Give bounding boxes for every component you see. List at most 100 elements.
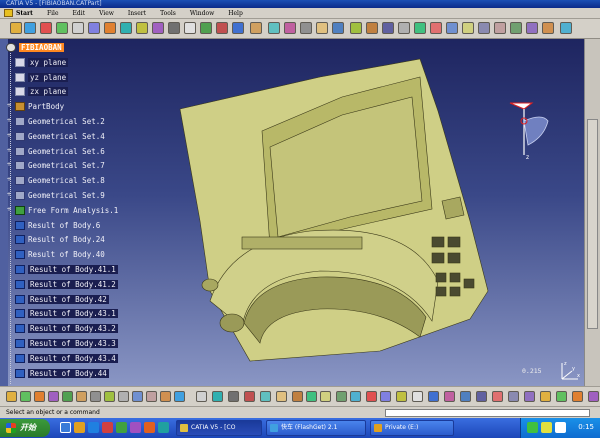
quick-launch-app-icon[interactable] [102,422,113,433]
quick-launch-app2-icon[interactable] [116,422,127,433]
tree-expand-icon[interactable]: + [5,147,13,155]
bottom-tool-icon[interactable] [48,391,59,402]
tree-item[interactable]: Free Form Analysis.1 [15,204,118,217]
bottom-tool-icon[interactable] [196,391,207,402]
bottom-tool-icon[interactable] [412,391,423,402]
menu-file[interactable]: File [47,10,59,17]
toolbar-tool-icon[interactable] [462,22,474,34]
tree-item[interactable]: yz plane [15,71,69,84]
toolbar-tool-icon[interactable] [366,22,378,34]
tray-network-icon[interactable] [527,422,538,433]
tree-item[interactable]: Geometrical Set.2 [15,115,105,128]
toolbar-tool-icon[interactable] [268,22,280,34]
bottom-tool-icon[interactable] [350,391,361,402]
toolbar-tool-icon[interactable] [398,22,410,34]
bottom-tool-icon[interactable] [174,391,185,402]
quick-launch-app3-icon[interactable] [130,422,141,433]
toolbar-tool-icon[interactable] [40,22,52,34]
tree-item[interactable]: Result of Body.43.3 [15,337,118,350]
tree-expand-icon[interactable]: + [5,102,13,110]
bottom-tool-icon[interactable] [306,391,317,402]
bottom-tool-icon[interactable] [588,391,599,402]
tree-expand-icon[interactable]: + [5,117,13,125]
tree-item[interactable]: Result of Body.42 [15,293,109,306]
bottom-tool-icon[interactable] [492,391,503,402]
tree-item[interactable]: Geometrical Set.6 [15,145,105,158]
toolbar-tool-icon[interactable] [526,22,538,34]
bottom-tool-icon[interactable] [6,391,17,402]
menu-insert[interactable]: Insert [128,10,146,17]
command-input[interactable] [385,409,590,417]
toolbar-tool-icon[interactable] [560,22,572,34]
taskbar-window-button[interactable]: 快车 (FlashGet) 2.1 [266,420,366,436]
window-titlebar[interactable]: CATIA V5 - [FIBIAOBAN.CATPart] [0,0,600,8]
tree-item[interactable]: Result of Body.43.1 [15,307,118,320]
tree-expand-icon[interactable]: + [5,161,13,169]
tree-item[interactable]: Geometrical Set.4 [15,130,105,143]
toolbar-tool-icon[interactable] [56,22,68,34]
quick-launch-ie-icon[interactable] [88,422,99,433]
toolbar-tool-icon[interactable] [478,22,490,34]
bottom-tool-icon[interactable] [320,391,331,402]
tree-item[interactable]: Result of Body.43.2 [15,322,118,335]
bottom-tool-icon[interactable] [380,391,391,402]
toolbar-tool-icon[interactable] [414,22,426,34]
bottom-tool-icon[interactable] [146,391,157,402]
tree-item[interactable]: Geometrical Set.8 [15,174,105,187]
bottom-tool-icon[interactable] [556,391,567,402]
toolbar-tool-icon[interactable] [184,22,196,34]
toolbar-tool-icon[interactable] [332,22,344,34]
tree-item[interactable]: xy plane [15,56,69,69]
bottom-tool-icon[interactable] [524,391,535,402]
menu-tools[interactable]: Tools [160,10,176,17]
toolbar-tool-icon[interactable] [136,22,148,34]
bottom-tool-icon[interactable] [260,391,271,402]
bottom-tool-icon[interactable] [104,391,115,402]
bottom-tool-icon[interactable] [396,391,407,402]
bottom-tool-icon[interactable] [160,391,171,402]
toolbar-tool-icon[interactable] [152,22,164,34]
toolbar-tool-icon[interactable] [120,22,132,34]
tray-ime-icon[interactable] [555,422,566,433]
toolbar-tool-icon[interactable] [284,22,296,34]
toolbar-tool-icon[interactable] [542,22,554,34]
catia-menu-logo-icon[interactable] [4,9,13,17]
toolbar-tool-icon[interactable] [104,22,116,34]
tree-expand-icon[interactable]: + [5,132,13,140]
bottom-tool-icon[interactable] [132,391,143,402]
toolbar-tool-icon[interactable] [510,22,522,34]
tree-expand-icon[interactable]: + [5,206,13,214]
bottom-tool-icon[interactable] [90,391,101,402]
menu-edit[interactable]: Edit [73,10,86,17]
quick-launch-app5-icon[interactable] [158,422,169,433]
tree-item[interactable]: Result of Body.24 [15,233,105,246]
menu-window[interactable]: Window [190,10,214,17]
tree-item[interactable]: Result of Body.43.4 [15,352,118,365]
bottom-tool-icon[interactable] [476,391,487,402]
part-3d-model[interactable] [170,51,510,371]
bottom-tool-icon[interactable] [508,391,519,402]
bottom-tool-icon[interactable] [118,391,129,402]
tree-item[interactable]: Result of Body.41.1 [15,263,118,276]
bottom-tool-icon[interactable] [444,391,455,402]
bottom-tool-icon[interactable] [20,391,31,402]
toolbar-tool-icon[interactable] [300,22,312,34]
tree-root[interactable]: FIBIAOBAN [6,41,64,54]
menu-start[interactable]: Start [16,10,33,17]
bottom-tool-icon[interactable] [276,391,287,402]
toolbar-tool-icon[interactable] [216,22,228,34]
start-button[interactable]: 开始 [0,419,50,437]
tree-item[interactable]: Result of Body.41.2 [15,278,118,291]
bottom-tool-icon[interactable] [460,391,471,402]
bottom-tool-icon[interactable] [244,391,255,402]
toolbar-tool-icon[interactable] [430,22,442,34]
tree-item[interactable]: Result of Body.40 [15,248,105,261]
toolbar-tool-icon[interactable] [350,22,362,34]
bottom-tool-icon[interactable] [228,391,239,402]
bottom-tool-icon[interactable] [76,391,87,402]
tree-item[interactable]: Result of Body.6 [15,219,100,232]
toolbar-tool-icon[interactable] [494,22,506,34]
menu-help[interactable]: Help [228,10,243,17]
right-toolbar-panel[interactable] [587,119,598,329]
toolbar-tool-icon[interactable] [446,22,458,34]
